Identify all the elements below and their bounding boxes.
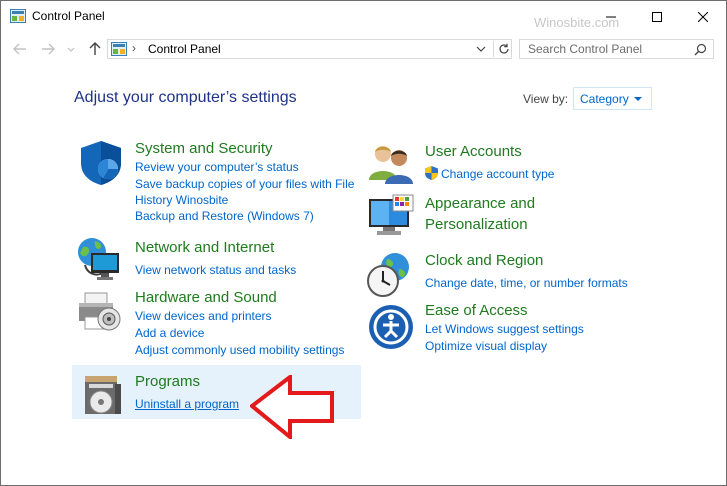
up-button[interactable] [86, 40, 104, 58]
printer-icon[interactable] [75, 289, 123, 337]
ease-of-access-icon[interactable] [367, 303, 415, 351]
category-ease-of-access[interactable]: Ease of Access [425, 302, 528, 319]
link-devices-printers[interactable]: View devices and printers [135, 309, 272, 323]
page-title: Adjust your computer’s settings [74, 89, 297, 106]
maximize-icon [652, 11, 662, 22]
link-optimize-display[interactable]: Optimize visual display [425, 339, 547, 353]
search-icon[interactable] [694, 43, 707, 56]
recent-dropdown-icon [67, 47, 75, 52]
view-by-label: View by: [523, 92, 569, 106]
category-hardware-and-sound[interactable]: Hardware and Sound [135, 289, 277, 306]
minimize-button[interactable] [588, 1, 634, 32]
up-arrow-icon [89, 42, 101, 55]
recent-locations-button[interactable] [65, 41, 77, 59]
refresh-icon [499, 43, 509, 54]
link-file-history-cont[interactable]: History Winosbite [135, 193, 228, 207]
back-arrow-icon [13, 43, 26, 55]
view-by-value: Category [580, 92, 629, 106]
breadcrumb[interactable]: Control Panel [148, 42, 221, 56]
link-add-device[interactable]: Add a device [135, 326, 204, 340]
close-button[interactable] [680, 1, 726, 32]
control-panel-icon [111, 42, 127, 56]
maximize-button[interactable] [634, 1, 680, 32]
search-input[interactable]: Search Control Panel [528, 42, 642, 56]
search-box[interactable]: Search Control Panel [519, 39, 714, 59]
category-programs[interactable]: Programs [135, 373, 200, 390]
view-by-dropdown[interactable]: Category [573, 87, 652, 110]
chevron-down-icon [634, 97, 642, 101]
link-mobility-settings[interactable]: Adjust commonly used mobility settings [135, 343, 344, 357]
forward-arrow-icon [42, 43, 55, 55]
window-title: Control Panel [32, 9, 105, 23]
link-suggest-settings[interactable]: Let Windows suggest settings [425, 322, 584, 336]
category-clock-and-region[interactable]: Clock and Region [425, 252, 543, 269]
address-bar[interactable]: › Control Panel [107, 39, 512, 59]
forward-button[interactable] [39, 40, 57, 58]
control-panel-icon [10, 9, 26, 23]
link-uninstall-program[interactable]: Uninstall a program [135, 397, 239, 411]
globe-network-icon[interactable] [75, 235, 123, 283]
control-panel-window: Control Panel Winosbite.com › Control Pa… [0, 0, 727, 486]
clock-globe-icon[interactable] [365, 251, 413, 299]
refresh-button[interactable] [493, 41, 512, 57]
link-change-account-type[interactable]: Change account type [441, 167, 554, 181]
link-file-history[interactable]: Save backup copies of your files with Fi… [135, 177, 354, 191]
link-network-status[interactable]: View network status and tasks [135, 263, 296, 277]
chevron-down-icon[interactable] [476, 44, 486, 54]
users-icon[interactable] [367, 140, 415, 188]
category-system-and-security[interactable]: System and Security [135, 140, 273, 157]
display-icon[interactable] [367, 193, 415, 241]
category-appearance-line1[interactable]: Appearance and [425, 195, 535, 212]
programs-icon[interactable] [79, 370, 127, 418]
shield-icon[interactable] [77, 139, 125, 187]
back-button[interactable] [11, 40, 29, 58]
red-arrow-annotation [250, 375, 334, 439]
link-backup-restore[interactable]: Backup and Restore (Windows 7) [135, 209, 314, 223]
uac-shield-icon [425, 166, 438, 180]
category-network-and-internet[interactable]: Network and Internet [135, 239, 274, 256]
link-review-status[interactable]: Review your computer’s status [135, 160, 299, 174]
category-user-accounts[interactable]: User Accounts [425, 143, 522, 160]
close-icon [698, 11, 708, 22]
title-bar[interactable]: Control Panel Winosbite.com [1, 1, 726, 32]
breadcrumb-separator-icon: › [132, 41, 136, 55]
category-appearance-line2[interactable]: Personalization [425, 216, 528, 233]
link-change-date-formats[interactable]: Change date, time, or number formats [425, 276, 628, 290]
minimize-icon [606, 16, 616, 17]
